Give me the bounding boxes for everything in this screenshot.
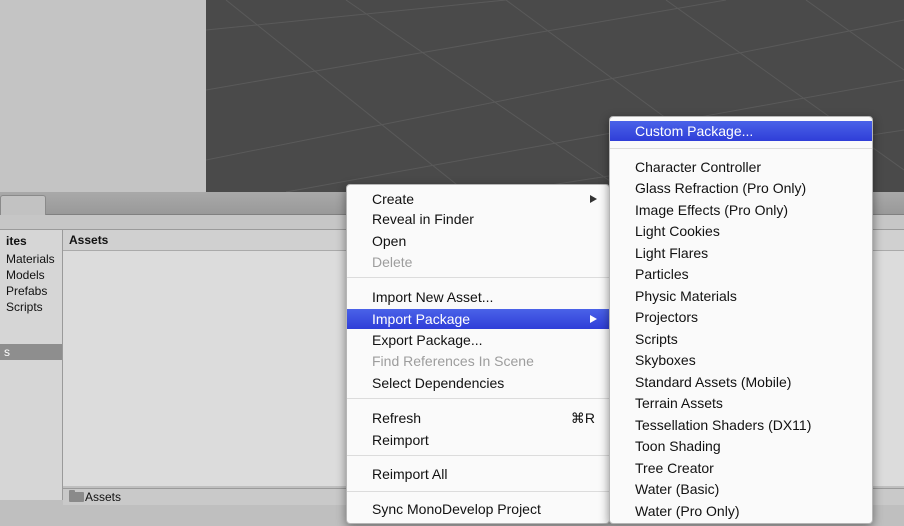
submenu-item-projectors[interactable]: Projectors <box>610 307 872 327</box>
submenu-arrow-icon <box>590 195 597 203</box>
submenu-arrow-icon <box>590 315 597 323</box>
submenu-item-label: Physic Materials <box>635 288 737 304</box>
favorite-item-prefabs[interactable]: Prefabs <box>6 284 47 298</box>
favorite-item-materials[interactable]: Materials <box>6 252 55 266</box>
menu-item-export-package[interactable]: Export Package... <box>347 330 609 350</box>
submenu-item-tessellation-shaders[interactable]: Tessellation Shaders (DX11) <box>610 415 872 435</box>
submenu-item-tree-creator[interactable]: Tree Creator <box>610 458 872 478</box>
submenu-item-light-cookies[interactable]: Light Cookies <box>610 221 872 241</box>
menu-separator <box>610 148 872 149</box>
submenu-item-physic-materials[interactable]: Physic Materials <box>610 286 872 306</box>
submenu-item-label: Custom Package... <box>635 123 754 139</box>
refresh-shortcut: ⌘R <box>570 410 595 426</box>
menu-item-open[interactable]: Open <box>347 231 609 251</box>
menu-item-reimport-label: Reimport <box>372 432 429 448</box>
menu-item-find-references: Find References In Scene <box>347 351 609 371</box>
folder-icon <box>69 490 84 502</box>
menu-item-reimport-all-label: Reimport All <box>372 466 448 482</box>
favorite-item-selected-label: s <box>4 345 10 359</box>
submenu-item-label: Tessellation Shaders (DX11) <box>635 417 812 433</box>
project-tab[interactable] <box>0 195 46 216</box>
menu-item-reveal-in-finder[interactable]: Reveal in Finder <box>347 209 609 229</box>
menu-separator <box>347 398 609 399</box>
submenu-item-terrain-assets[interactable]: Terrain Assets <box>610 393 872 413</box>
favorites-panel: ites Materials Models Prefabs Scripts s <box>0 230 63 500</box>
menu-item-refresh-label: Refresh <box>372 410 422 426</box>
submenu-item-standard-assets-mobile[interactable]: Standard Assets (Mobile) <box>610 372 872 392</box>
submenu-item-label: Standard Assets (Mobile) <box>635 374 792 390</box>
menu-item-select-dependencies[interactable]: Select Dependencies <box>347 373 609 393</box>
import-package-submenu: Custom Package... Character Controller G… <box>609 116 873 524</box>
submenu-item-custom-package[interactable]: Custom Package... <box>610 121 872 141</box>
favorites-header: ites <box>6 234 27 248</box>
submenu-item-label: Character Controller <box>635 159 762 175</box>
submenu-item-label: Scripts <box>635 331 678 347</box>
menu-item-import-new-asset-label: Import New Asset... <box>372 289 494 305</box>
menu-item-refresh[interactable]: Refresh ⌘R <box>347 408 609 428</box>
submenu-item-water-basic[interactable]: Water (Basic) <box>610 479 872 499</box>
submenu-item-label: Tree Creator <box>635 460 714 476</box>
hierarchy-panel <box>0 0 207 192</box>
menu-item-import-new-asset[interactable]: Import New Asset... <box>347 287 609 307</box>
menu-item-delete-label: Delete <box>372 254 413 270</box>
submenu-item-particles[interactable]: Particles <box>610 264 872 284</box>
menu-item-import-package-label: Import Package <box>372 311 471 327</box>
submenu-item-label: Skyboxes <box>635 352 696 368</box>
menu-item-find-references-label: Find References In Scene <box>372 353 534 369</box>
assets-header-label: Assets <box>69 233 109 247</box>
menu-item-reimport[interactable]: Reimport <box>347 430 609 450</box>
assets-path-label[interactable]: Assets <box>85 490 121 504</box>
submenu-item-toon-shading[interactable]: Toon Shading <box>610 436 872 456</box>
menu-separator <box>347 491 609 492</box>
submenu-item-label: Image Effects (Pro Only) <box>635 202 789 218</box>
submenu-item-label: Light Flares <box>635 245 709 261</box>
submenu-item-scripts[interactable]: Scripts <box>610 329 872 349</box>
submenu-item-label: Water (Basic) <box>635 481 720 497</box>
menu-item-sync-monodevelop-label: Sync MonoDevelop Project <box>372 501 541 517</box>
menu-item-open-label: Open <box>372 233 407 249</box>
submenu-item-glass-refraction[interactable]: Glass Refraction (Pro Only) <box>610 178 872 198</box>
menu-item-delete: Delete <box>347 252 609 272</box>
submenu-item-label: Glass Refraction (Pro Only) <box>635 180 807 196</box>
submenu-item-label: Toon Shading <box>635 438 721 454</box>
menu-item-reveal-label: Reveal in Finder <box>372 211 474 227</box>
menu-item-sync-monodevelop[interactable]: Sync MonoDevelop Project <box>347 499 609 519</box>
menu-item-import-package[interactable]: Import Package <box>347 309 609 329</box>
menu-separator <box>347 277 609 278</box>
submenu-item-light-flares[interactable]: Light Flares <box>610 243 872 263</box>
submenu-item-character-controller[interactable]: Character Controller <box>610 157 872 177</box>
submenu-item-label: Projectors <box>635 309 699 325</box>
favorite-item-scripts[interactable]: Scripts <box>6 300 43 314</box>
submenu-item-label: Water (Pro Only) <box>635 503 740 519</box>
menu-item-create-label: Create <box>372 191 415 207</box>
submenu-item-label: Light Cookies <box>635 223 720 239</box>
menu-item-reimport-all[interactable]: Reimport All <box>347 464 609 484</box>
menu-separator <box>347 455 609 456</box>
favorite-item-models[interactable]: Models <box>6 268 45 282</box>
menu-item-select-dependencies-label: Select Dependencies <box>372 375 505 391</box>
submenu-item-water-pro[interactable]: Water (Pro Only) <box>610 501 872 521</box>
menu-item-create[interactable]: Create <box>347 189 609 209</box>
favorite-item-selected[interactable]: s <box>0 344 62 360</box>
submenu-item-skyboxes[interactable]: Skyboxes <box>610 350 872 370</box>
submenu-item-label: Particles <box>635 266 689 282</box>
context-menu: Create Reveal in Finder Open Delete Impo… <box>346 184 610 524</box>
menu-item-export-package-label: Export Package... <box>372 332 483 348</box>
submenu-item-image-effects[interactable]: Image Effects (Pro Only) <box>610 200 872 220</box>
submenu-item-label: Terrain Assets <box>635 395 723 411</box>
